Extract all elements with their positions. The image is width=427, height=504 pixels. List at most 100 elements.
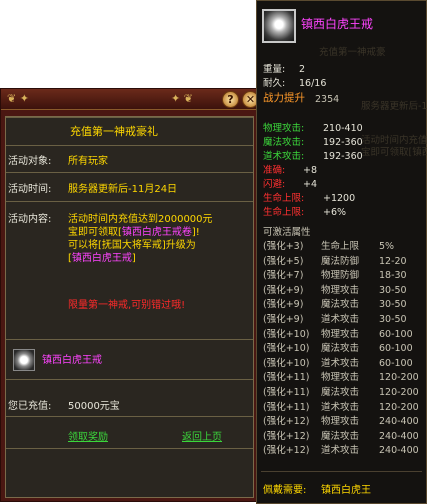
activation-level: (强化+9): [263, 299, 304, 311]
activation-value: 240-400: [379, 430, 419, 442]
item-name: 镇西白虎王戒: [301, 17, 374, 31]
activation-value: 120-200: [379, 401, 419, 413]
activation-level: (强化+5): [263, 255, 304, 267]
claim-reward-button[interactable]: 领取奖励: [68, 431, 108, 444]
ghost-text: 服务器更新后-11: [361, 101, 427, 112]
help-button[interactable]: ?: [222, 91, 239, 108]
ornament-icon: ❦ ✦: [7, 92, 29, 105]
content-label: 活动内容:: [8, 214, 52, 225]
target-label: 活动对象:: [8, 156, 52, 167]
stat-value: +6%: [323, 207, 347, 218]
activation-level: (强化+3): [263, 241, 304, 252]
content-line: 宝即可领取[镇西白虎王戒卷]!: [68, 226, 200, 239]
activation-level: (强化+9): [263, 314, 304, 325]
activation-attr: 生命上限: [321, 241, 360, 252]
limited-warning: 限量第一神戒,可别错过哦!: [68, 300, 186, 311]
wear-label: 佩戴需要:: [263, 485, 307, 496]
activation-value: 60-100: [379, 343, 413, 355]
stat-value: +8: [303, 165, 318, 176]
activation-attr: 魔法攻击: [321, 343, 360, 355]
stat-label: 物理攻击:: [263, 123, 305, 134]
activation-attr: 魔法防御: [321, 255, 360, 267]
activate-label: 可激活属性: [263, 227, 311, 238]
content-text: ]!: [191, 227, 200, 238]
activation-attr: 物理攻击: [321, 284, 360, 296]
ghost-text: 活动时间内充值达: [361, 135, 427, 146]
activation-value: 30-50: [379, 284, 407, 296]
ring-name-link[interactable]: 镇西白虎王戒: [42, 354, 102, 367]
activation-attr: 魔法攻击: [321, 299, 360, 311]
durability-label: 耐久:: [263, 78, 286, 89]
ring-link[interactable]: 镇西白虎王戒: [72, 253, 132, 264]
recharged-value: 50000元宝: [68, 401, 120, 412]
activation-value: 120-200: [379, 387, 419, 398]
activation-value: 30-50: [379, 314, 407, 325]
stat-label: 生命上限:: [263, 207, 305, 218]
content-line: 可以将[抚国大将军戒]升级为: [68, 240, 196, 251]
content-line: 活动时间内充值达到2000000元: [68, 214, 213, 225]
activation-value: 120-200: [379, 372, 419, 384]
activation-level: (强化+10): [263, 357, 310, 369]
stat-label: 闪避:: [263, 179, 286, 190]
divider: [6, 117, 253, 118]
activation-attr: 物理攻击: [321, 416, 360, 428]
stat-label: 魔法攻击:: [263, 137, 305, 148]
divider: [261, 471, 422, 472]
ring-icon[interactable]: [13, 349, 35, 371]
activation-level: (强化+9): [263, 284, 304, 296]
activation-value: 12-20: [379, 255, 407, 267]
target-value: 所有玩家: [68, 156, 108, 167]
stat-label: 道术攻击:: [263, 151, 305, 162]
stat-value: +1200: [323, 193, 356, 204]
activation-attr: 物理攻击: [321, 328, 360, 340]
divider: [6, 339, 253, 340]
activation-attr: 物理攻击: [321, 372, 360, 384]
ring-icon: [262, 9, 296, 43]
activation-value: 240-400: [379, 445, 419, 457]
content-text: 宝即可领取[: [68, 227, 122, 238]
activation-value: 30-50: [379, 299, 407, 311]
divider: [6, 145, 253, 146]
activation-value: 60-100: [379, 357, 413, 369]
activation-value: 5%: [379, 241, 395, 252]
activation-attr: 魔法攻击: [321, 430, 360, 442]
activation-level: (强化+12): [263, 416, 310, 428]
activation-level: (强化+7): [263, 270, 304, 282]
activation-level: (强化+12): [263, 445, 310, 457]
divider: [6, 379, 253, 380]
ghost-text: 充值第一神戒豪: [319, 47, 386, 58]
weight-label: 重量:: [263, 64, 286, 75]
divider: [6, 416, 253, 417]
activation-level: (强化+10): [263, 343, 310, 355]
activation-attr: 道术攻击: [321, 314, 360, 325]
divider: [6, 448, 253, 449]
stat-value: 192-360: [323, 151, 363, 162]
weight-value: 2: [299, 64, 306, 75]
activation-attr: 道术攻击: [321, 357, 360, 369]
content-text: ]: [131, 253, 136, 264]
ornament-icon: ✦ ❦: [171, 92, 193, 105]
stat-value: +4: [303, 179, 318, 190]
power-value: 2354: [315, 94, 340, 105]
activation-level: (强化+10): [263, 328, 310, 340]
activation-value: 18-30: [379, 270, 407, 282]
divider: [6, 201, 253, 202]
voucher-link[interactable]: 镇西白虎王戒卷: [122, 227, 192, 238]
stat-label: 生命上限:: [263, 193, 305, 204]
divider: [6, 172, 253, 173]
activation-value: 240-400: [379, 416, 419, 428]
event-panel: ❦ ✦ ✦ ❦ ? ✕ 充值第一神戒豪礼 活动对象: 所有玩家 活动时间: 服务…: [0, 88, 262, 502]
panel-body: 充值第一神戒豪礼 活动对象: 所有玩家 活动时间: 服务器更新后-11月24日 …: [5, 116, 254, 498]
wear-value: 镇西白虎王: [321, 485, 371, 496]
activation-value: 60-100: [379, 328, 413, 340]
ghost-text: 宝即可领取[镇西: [361, 147, 427, 158]
power-label: 战力提升: [263, 92, 305, 104]
content-line: [镇西白虎王戒]: [68, 252, 136, 265]
time-value: 服务器更新后-11月24日: [68, 184, 178, 195]
stat-label: 准确:: [263, 165, 286, 176]
panel-title: 充值第一神戒豪礼: [70, 125, 158, 138]
activation-level: (强化+11): [263, 372, 310, 384]
return-button[interactable]: 返回上页: [182, 431, 222, 444]
item-tooltip: 镇西白虎王戒 充值第一神戒豪 服务器更新后-11 活动时间内充值达 宝即可领取[…: [256, 0, 427, 504]
activation-attr: 道术攻击: [321, 445, 360, 457]
